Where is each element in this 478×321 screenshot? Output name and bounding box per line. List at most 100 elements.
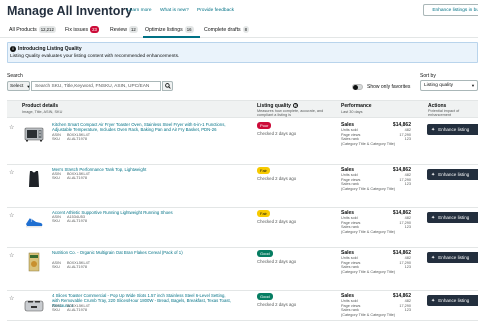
- enhance-label: Enhance listing: [438, 172, 470, 177]
- sales-rank-line: Sales rank 123: [341, 182, 411, 186]
- sku-value: AI-ALT1978: [67, 176, 87, 180]
- sku-label: SKU: [52, 308, 60, 312]
- enhance-listing-button[interactable]: ✦ Enhance listing: [427, 124, 478, 135]
- favorite-star-icon[interactable]: ☆: [9, 252, 14, 259]
- sku-line: SKU AI-ALT1978: [52, 308, 87, 312]
- table-row: ☆ Accent Athletic Supportive Running Lig…: [7, 208, 478, 248]
- product-thumbnail[interactable]: [24, 212, 44, 232]
- stat-label: Sales rank: [341, 137, 359, 141]
- stat-value: 123: [404, 225, 411, 229]
- chevron-down-icon: ▼: [26, 83, 31, 89]
- product-thumbnail[interactable]: [24, 252, 44, 272]
- cereal-box-image: [28, 252, 40, 272]
- header-label: Product details: [22, 103, 59, 109]
- sku-line: SKU AI-ALT1978: [52, 137, 87, 141]
- tab-label: Fix issues: [65, 26, 89, 33]
- tab-bar: All Products 12,212 Fix issues 23 Review…: [0, 24, 478, 38]
- stat-label: Page views: [341, 260, 361, 265]
- chevron-down-icon: ▼: [471, 83, 475, 88]
- column-subheader-performance: Last 30 days: [341, 110, 363, 114]
- favorites-toggle[interactable]: [352, 84, 363, 90]
- favorite-star-icon[interactable]: ☆: [9, 295, 14, 302]
- provide-feedback-link[interactable]: Provide feedback: [197, 8, 234, 13]
- info-banner: i Introducing Listing Quality Listing Qu…: [7, 42, 478, 63]
- enhance-listing-button[interactable]: ✦ Enhance listing: [427, 212, 478, 223]
- tab-label: All Products: [9, 26, 37, 33]
- sku-label: SKU: [52, 176, 60, 180]
- stat-value: 123: [404, 182, 411, 186]
- checked-timestamp: Checked 2 days ago: [257, 219, 297, 224]
- product-thumbnail[interactable]: [24, 124, 44, 144]
- count-badge: 23: [90, 26, 99, 33]
- stat-value: 123: [404, 308, 411, 312]
- info-icon: i: [10, 46, 16, 52]
- tab-review[interactable]: Review 12: [110, 25, 138, 34]
- learn-more-link[interactable]: Learn more: [127, 8, 152, 13]
- stat-label: Units sold: [341, 216, 358, 220]
- sort-label: Sort by: [420, 73, 436, 79]
- enhance-listing-button[interactable]: ✦ Enhance listing: [427, 169, 478, 180]
- sparkle-icon: ✦: [431, 254, 436, 261]
- page-views-line: Page views 17,290: [341, 221, 411, 225]
- stat-value: 482: [404, 256, 411, 260]
- product-title-link[interactable]: Nutrition Co. - Organic Multigrain Oat B…: [52, 250, 232, 255]
- units-sold-line: Units sold 482: [341, 299, 411, 303]
- search-button[interactable]: [162, 81, 173, 91]
- stat-label: Units sold: [341, 256, 358, 260]
- column-subheader-quality: Measures how complete, accurate, and com…: [257, 109, 324, 117]
- enhance-label: Enhance listing: [438, 298, 470, 303]
- sku-value: AI-ALT1978: [67, 308, 87, 312]
- page-views-line: Page views 17,290: [341, 133, 411, 137]
- search-scope-select[interactable]: Select ▼: [7, 81, 30, 91]
- tab-all-products[interactable]: All Products 12,212: [9, 25, 56, 34]
- help-icon[interactable]: ?: [293, 103, 299, 108]
- units-sold-line: Units sold 482: [341, 128, 411, 132]
- column-subheader-actions: Potential impact of enhancement: [428, 109, 460, 117]
- table-row: ☆ Men's Stretch Performance Tank Top, Li…: [7, 165, 478, 208]
- enhance-listings-bulk-button[interactable]: Enhance listings in bu: [423, 4, 478, 16]
- count-badge: 8: [242, 26, 250, 33]
- tab-fix-issues[interactable]: Fix issues 23: [65, 25, 99, 34]
- sort-select[interactable]: Listing quality ▼: [420, 80, 478, 91]
- product-title-link[interactable]: Kitchen Smart Compact Air Fryer Toaster …: [52, 122, 232, 132]
- checked-timestamp: Checked 2 days ago: [257, 131, 297, 136]
- sparkle-icon: ✦: [431, 297, 436, 304]
- sparkle-icon: ✦: [431, 126, 436, 133]
- rank-category-note: (Category Title & Category Title): [341, 312, 396, 317]
- stat-value: 17,290: [399, 303, 411, 308]
- search-input[interactable]: Search SKU, Title,Keyword, FNSKU, ASIN, …: [31, 81, 161, 91]
- running-shoe-image: [26, 217, 43, 228]
- page-views-line: Page views 17,290: [341, 178, 411, 182]
- stat-value: 123: [404, 265, 411, 269]
- checked-timestamp: Checked 2 days ago: [257, 176, 297, 181]
- tab-optimize-listings[interactable]: Optimize listings 16: [145, 25, 194, 34]
- product-thumbnail[interactable]: [24, 295, 44, 315]
- stat-label: Sales rank: [341, 182, 359, 186]
- favorite-star-icon[interactable]: ☆: [9, 124, 14, 131]
- sparkle-icon: ✦: [431, 171, 436, 178]
- enhance-listing-button[interactable]: ✦ Enhance listing: [427, 252, 478, 263]
- tab-complete-drafts[interactable]: Complete drafts 8: [204, 25, 250, 34]
- table-header: Product details Image, Title, ASIN, SKU …: [7, 100, 478, 118]
- favorite-star-icon[interactable]: ☆: [9, 212, 14, 219]
- table-row: ☆ Nutrition Co. - Organic Multigrain Oat…: [7, 248, 478, 291]
- favorite-star-icon[interactable]: ☆: [9, 169, 14, 176]
- stat-label: Page views: [341, 132, 361, 137]
- quality-badge: Poor: [257, 122, 272, 129]
- sku-line: SKU AI-ALT1978: [52, 176, 87, 180]
- select-value: Select: [10, 83, 24, 89]
- stat-label: Sales rank: [341, 225, 359, 229]
- units-sold-line: Units sold 482: [341, 173, 411, 177]
- count-badge: 16: [184, 26, 194, 33]
- stat-label: Units sold: [341, 299, 358, 303]
- sku-label: SKU: [52, 137, 60, 141]
- banner-text: Listing Quality evaluates your listing c…: [10, 54, 180, 59]
- quality-badge: Fair: [257, 167, 270, 174]
- product-thumbnail[interactable]: [24, 169, 44, 189]
- enhance-listing-button[interactable]: ✦ Enhance listing: [427, 295, 478, 306]
- sku-label: SKU: [52, 219, 60, 223]
- page-views-line: Page views 17,290: [341, 261, 411, 265]
- rank-category-note: (Category Title & Category Title): [341, 141, 396, 146]
- stat-value: 17,290: [399, 177, 411, 182]
- whats-new-link[interactable]: What is new?: [160, 8, 189, 13]
